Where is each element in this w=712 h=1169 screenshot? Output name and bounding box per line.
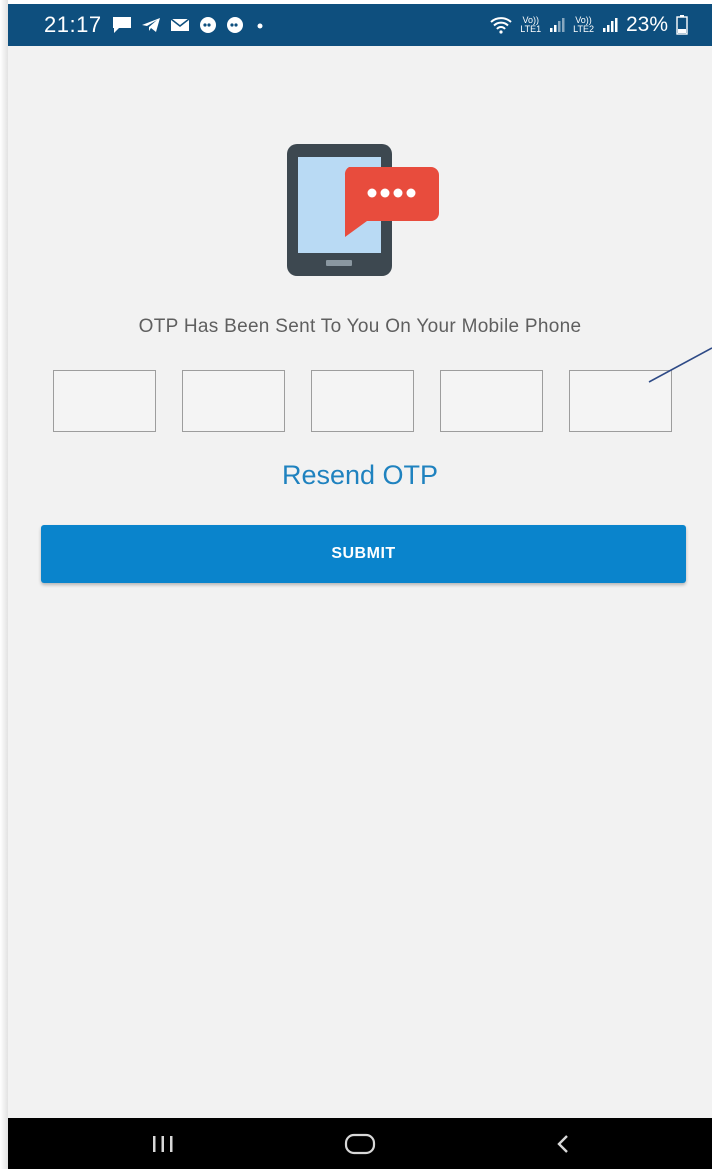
otp-sent-message: OTP Has Been Sent To You On Your Mobile … (138, 316, 582, 337)
status-time: 21:17 (44, 12, 102, 37)
mail-icon (170, 18, 190, 31)
signal-icon (602, 18, 618, 32)
jio-icon (226, 17, 243, 33)
signal-icon (550, 18, 565, 32)
recent-apps-icon (153, 1135, 173, 1152)
otp-input-group (53, 370, 673, 434)
otp-digit-5[interactable] (569, 370, 672, 432)
wifi-icon (490, 17, 512, 34)
back-button[interactable] (508, 1118, 618, 1169)
navigation-bar (8, 1118, 712, 1169)
notification-icons (112, 16, 267, 34)
home-button[interactable] (305, 1118, 415, 1169)
otp-digit-4[interactable] (440, 370, 543, 432)
status-left: 21:17 (44, 12, 267, 38)
submit-button[interactable]: SUBMIT (41, 525, 686, 583)
jio-icon (199, 17, 216, 33)
sim1-lte-label: LTE1 (520, 24, 542, 34)
resend-otp-link[interactable]: Resend OTP (8, 460, 712, 491)
status-right: Vo)) LTE1 Vo)) LTE2 23% (490, 13, 688, 37)
sim1-network: Vo)) LTE1 (520, 16, 541, 34)
dot-icon (257, 23, 263, 29)
battery-icon (676, 15, 688, 35)
otp-digit-3[interactable] (311, 370, 414, 432)
recent-apps-button[interactable] (108, 1118, 218, 1169)
back-icon (557, 1134, 568, 1153)
home-icon (344, 1133, 376, 1154)
phone-screen: 21:17 Vo)) LTE1 Vo)) LTE2 23% OTP Has Be… (8, 4, 712, 1169)
sim2-network: Vo)) LTE2 (573, 16, 594, 34)
status-bar: 21:17 Vo)) LTE1 Vo)) LTE2 23% (8, 4, 712, 46)
telegram-icon (141, 18, 160, 32)
phone-sms-icon (287, 144, 439, 276)
otp-digit-2[interactable] (182, 370, 285, 432)
sim2-lte-label: LTE2 (573, 24, 594, 34)
battery-percent: 23% (625, 13, 668, 36)
otp-digit-1[interactable] (53, 370, 156, 432)
message-icon (112, 17, 131, 33)
frame-edge (0, 0, 8, 1169)
